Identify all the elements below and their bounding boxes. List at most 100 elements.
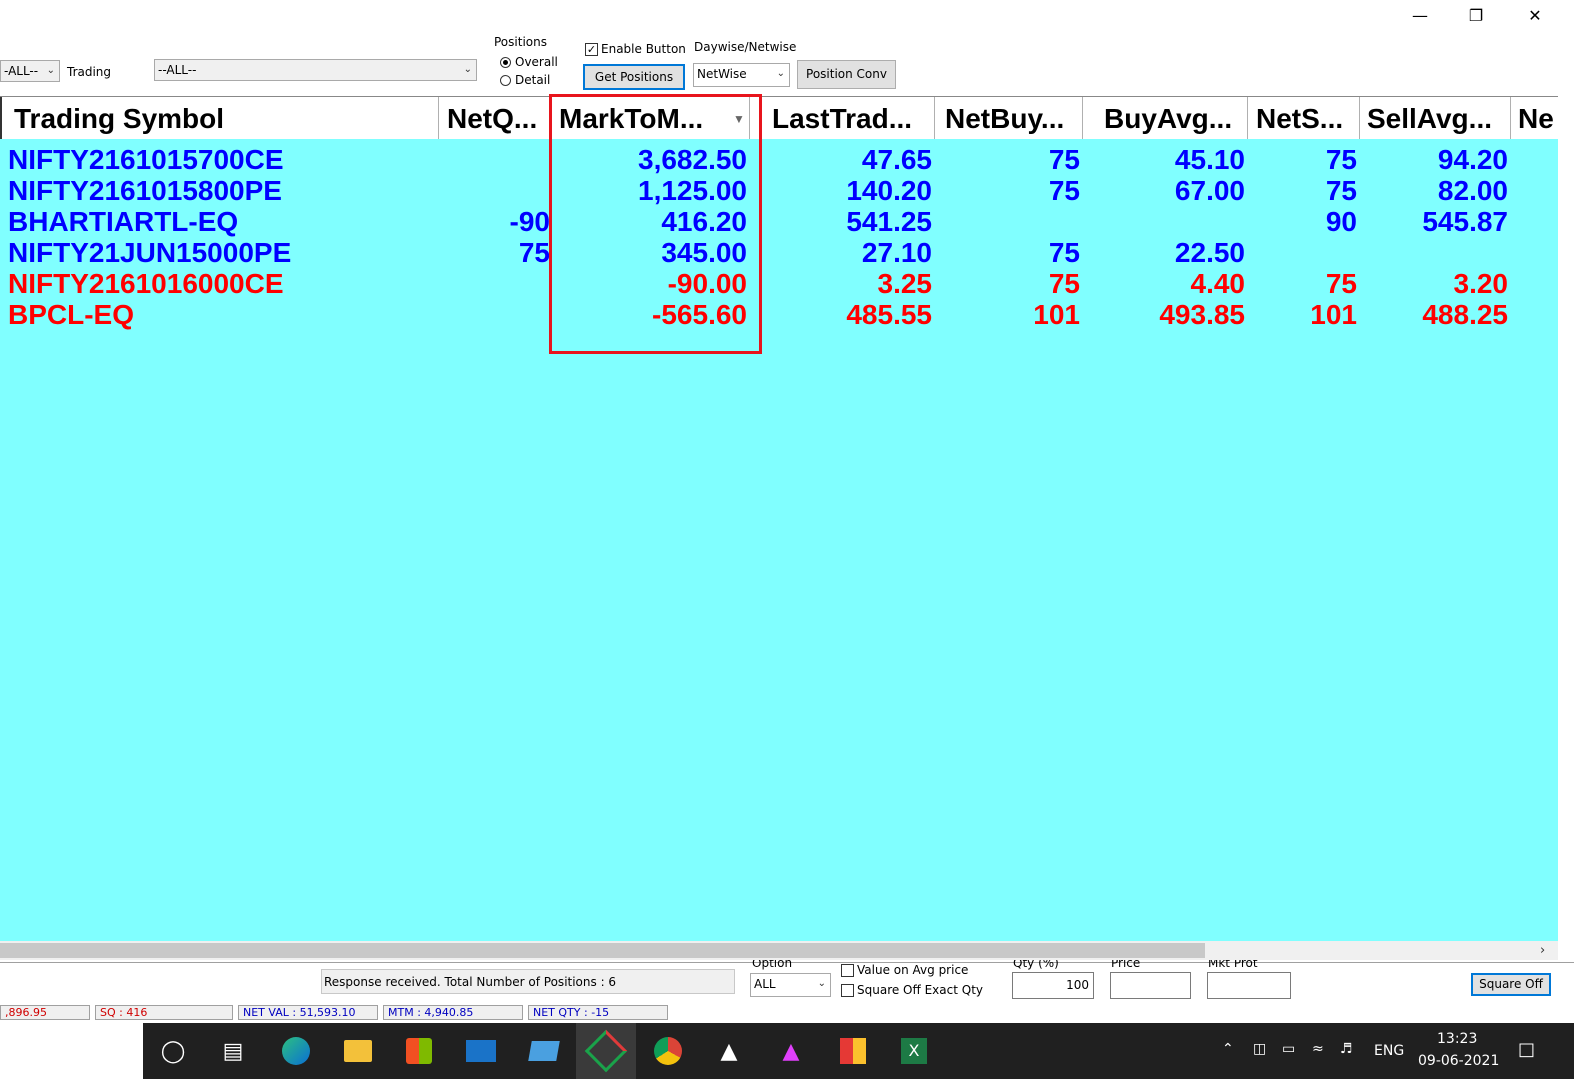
file-explorer-icon[interactable] (340, 1033, 376, 1069)
restore-button[interactable]: ❐ (1453, 0, 1499, 30)
close-button[interactable]: ✕ (1512, 0, 1558, 30)
cell-last-trade: 541.25 (846, 206, 932, 237)
status-net-qty: NET QTY : -15 (528, 1005, 668, 1020)
cell-buy-avg: 493.85 (1159, 299, 1245, 330)
table-row[interactable]: BPCL-EQ -565.60 485.55 101 493.85 101 488.25 (0, 299, 1558, 330)
cell-net-buy: 75 (1048, 237, 1080, 268)
cell-net-buy: 75 (1048, 144, 1080, 175)
table-row[interactable]: NIFTY2161015800PE 1,125.00 140.20 75 67.00 75… (0, 175, 1558, 206)
language-indicator[interactable]: ENG (1374, 1043, 1404, 1059)
cell-netqty: -90 (509, 206, 550, 237)
triangle-app-icon[interactable]: ▲ (773, 1033, 809, 1069)
clock-time[interactable]: 13:23 (1437, 1031, 1477, 1047)
column-header-netsell[interactable]: NetS... (1248, 97, 1360, 139)
trading-app-icon[interactable] (584, 1029, 628, 1073)
edge-icon[interactable] (278, 1033, 314, 1069)
column-header-netbuy[interactable]: NetBuy... (935, 97, 1083, 139)
store-icon[interactable] (401, 1033, 437, 1069)
cell-symbol: BHARTIARTL-EQ (8, 206, 239, 237)
volume-icon[interactable]: ♬ (1340, 1041, 1353, 1057)
daywise-label: Daywise/Netwise (694, 40, 797, 54)
radio-overall[interactable]: Overall (500, 55, 558, 69)
search-circle-icon[interactable]: ◯ (155, 1033, 191, 1069)
enable-button-checkbox[interactable]: ✓ Enable Button (585, 42, 686, 56)
price-input[interactable] (1110, 972, 1191, 999)
trading-label: Trading (67, 65, 112, 79)
column-header-sellavg[interactable]: SellAvg... (1360, 97, 1511, 139)
wifi-icon[interactable]: ≈ (1312, 1041, 1324, 1057)
column-header-netqty[interactable]: NetQ... (439, 97, 550, 139)
status-mtm: MTM : 4,940.85 (383, 1005, 523, 1020)
mkt-prot-input[interactable] (1207, 972, 1291, 999)
excel-icon[interactable]: X (896, 1033, 932, 1069)
netwise-select-value: NetWise (697, 67, 747, 81)
mkt-prot-label: Mkt Prot (1208, 960, 1258, 970)
cell-symbol: NIFTY21JUN15000PE (8, 237, 292, 268)
column-header-buyavg[interactable]: BuyAvg... (1083, 97, 1248, 139)
notification-icon[interactable]: □ (1518, 1039, 1535, 1060)
trading-select-value: --ALL-- (158, 63, 197, 77)
cell-buy-avg: 45.10 (1174, 144, 1245, 175)
chevron-down-icon: ⌄ (817, 978, 826, 989)
column-header-lasttrade[interactable]: LastTrad... (750, 97, 935, 139)
table-row[interactable]: NIFTY2161015700CE 3,682.50 47.65 75 45.10 75 9… (0, 144, 1558, 175)
mail-icon[interactable] (463, 1033, 499, 1069)
cell-sell-avg: 488.25 (1422, 299, 1508, 330)
arrow-app-icon[interactable]: ▲ (711, 1033, 747, 1069)
cell-last-trade: 140.20 (846, 175, 932, 206)
status-sq: SQ : 416 (95, 1005, 233, 1020)
battery-icon[interactable]: ▭ (1282, 1041, 1295, 1057)
horizontal-scrollbar[interactable]: › (0, 941, 1558, 960)
cell-sell-avg: 3.20 (1453, 268, 1509, 299)
chevron-down-icon: ⌄ (776, 68, 785, 79)
value-on-avg-checkbox[interactable]: Value on Avg price (841, 963, 968, 977)
radio-unchecked-icon (500, 75, 511, 86)
cell-symbol: NIFTY2161015800PE (8, 175, 282, 206)
get-positions-button[interactable]: Get Positions (583, 64, 685, 90)
tray-meet-icon[interactable]: ◫ (1253, 1041, 1266, 1057)
scrollbar-thumb[interactable] (0, 943, 1205, 958)
cell-last-trade: 3.25 (877, 268, 933, 299)
cell-net-sell: 75 (1325, 268, 1357, 299)
chevron-down-icon: ⌄ (463, 64, 472, 75)
column-header-ne[interactable]: Ne (1511, 97, 1558, 139)
color-app-icon[interactable] (835, 1033, 871, 1069)
chevron-down-icon: ⌄ (46, 65, 55, 76)
table-row[interactable]: NIFTY2161016000CE -90.00 3.25 75 4.40 75 3.20 (0, 268, 1558, 299)
option-label: Option (752, 960, 793, 970)
cell-sell-avg: 94.20 (1437, 144, 1508, 175)
exchange-select[interactable]: -ALL-- ⌄ (0, 60, 60, 82)
trading-select[interactable]: --ALL-- ⌄ (154, 59, 477, 81)
enable-button-label: Enable Button (601, 42, 686, 56)
cell-sell-avg: 82.00 (1437, 175, 1508, 206)
minimize-button[interactable]: — (1397, 0, 1443, 30)
cell-net-sell: 75 (1325, 175, 1357, 206)
scroll-right-icon[interactable]: › (1540, 941, 1545, 960)
radio-detail[interactable]: Detail (500, 73, 550, 87)
checkmark-icon: ✓ (585, 43, 598, 56)
tray-chevron-up-icon[interactable]: ⌃ (1222, 1041, 1234, 1057)
cell-buy-avg: 22.50 (1174, 237, 1245, 268)
square-off-button[interactable]: Square Off (1471, 973, 1551, 996)
price-label: Price (1111, 960, 1141, 970)
radio-overall-label: Overall (515, 55, 558, 69)
minimize-icon: — (1412, 5, 1428, 25)
chrome-icon[interactable] (650, 1033, 686, 1069)
square-off-exact-checkbox[interactable]: Square Off Exact Qty (841, 983, 983, 997)
cell-last-trade: 485.55 (846, 299, 932, 330)
table-row[interactable]: NIFTY21JUN15000PE 75 345.00 27.10 75 22.50 (0, 237, 1558, 268)
option-select[interactable]: ALL ⌄ (750, 973, 831, 997)
task-view-icon[interactable]: ▤ (215, 1033, 251, 1069)
cell-net-sell: 75 (1325, 144, 1357, 175)
clock-date[interactable]: 09-06-2021 (1418, 1053, 1499, 1069)
table-row[interactable]: BHARTIARTL-EQ -90 416.20 541.25 90 545.87 (0, 206, 1558, 237)
cell-net-sell: 101 (1310, 299, 1357, 330)
cell-symbol: NIFTY2161016000CE (8, 268, 284, 299)
netwise-select[interactable]: NetWise ⌄ (693, 63, 790, 87)
qty-input[interactable]: 100 (1012, 972, 1094, 999)
position-conv-button[interactable]: Position Conv (797, 60, 896, 89)
value-on-avg-label: Value on Avg price (857, 963, 969, 977)
column-header-trading-symbol[interactable]: Trading Symbol (0, 97, 439, 139)
cell-last-trade: 47.65 (861, 144, 932, 175)
laptop-icon[interactable] (526, 1033, 562, 1069)
